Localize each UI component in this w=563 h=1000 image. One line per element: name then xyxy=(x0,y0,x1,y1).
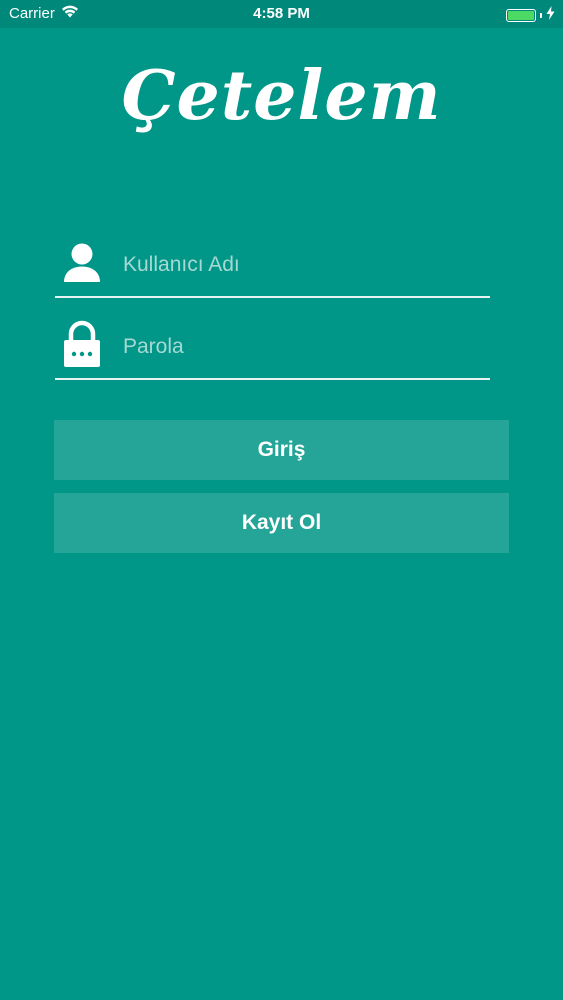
login-button[interactable]: Giriş xyxy=(54,420,509,480)
username-field[interactable] xyxy=(55,236,490,298)
user-icon xyxy=(62,242,102,290)
battery-icon xyxy=(506,9,536,22)
status-time: 4:58 PM xyxy=(253,5,310,22)
app-logo: Çetelem xyxy=(121,56,442,136)
password-field[interactable] xyxy=(55,318,490,380)
lock-icon xyxy=(62,320,102,368)
password-input[interactable] xyxy=(123,330,483,364)
register-button[interactable]: Kayıt Ol xyxy=(54,493,509,553)
status-right xyxy=(506,6,555,25)
battery-fill xyxy=(508,11,534,20)
battery-cap xyxy=(540,13,542,18)
status-bar: Carrier 4:58 PM xyxy=(0,0,563,28)
bolt-icon xyxy=(546,6,555,25)
username-input[interactable] xyxy=(123,248,483,282)
